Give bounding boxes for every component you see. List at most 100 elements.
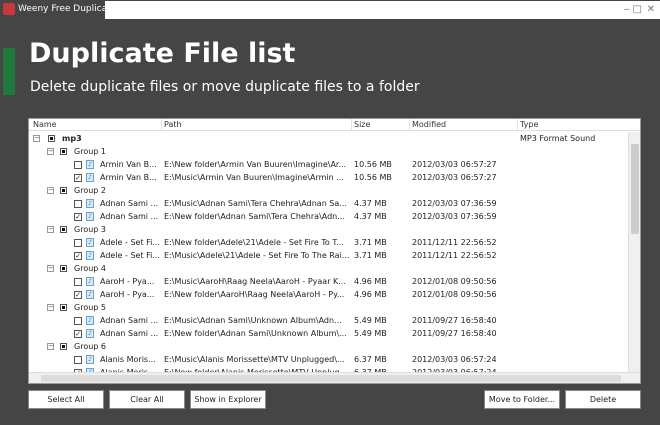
music-file-icon: ♪ <box>86 290 94 299</box>
music-file-icon: ♪ <box>86 199 94 208</box>
file-checkbox[interactable]: ✓ <box>74 291 82 299</box>
root-type: MP3 Format Sound <box>520 134 596 143</box>
file-modified: 2012/03/03 06:57:27 <box>412 173 497 182</box>
file-size: 5.49 MB <box>354 316 387 325</box>
file-modified: 2012/01/08 09:50:56 <box>412 290 497 299</box>
scroll-thumb[interactable] <box>41 375 621 382</box>
file-checkbox[interactable]: ✓ <box>74 252 82 260</box>
group-row[interactable]: − Group 3 <box>29 223 627 236</box>
maximize-button[interactable]: □ <box>633 4 642 15</box>
file-size: 4.37 MB <box>354 199 387 208</box>
file-name: Adnan Sami ... <box>100 199 159 208</box>
group-row[interactable]: − Group 2 <box>29 184 627 197</box>
file-row[interactable]: ♪ Adnan Sami ... E:\Music\Adnan Sami\Unk… <box>29 314 627 327</box>
group-row[interactable]: − Group 5 <box>29 301 627 314</box>
file-modified: 2011/12/11 22:56:52 <box>412 238 497 247</box>
file-size: 3.71 MB <box>354 238 387 247</box>
file-checkbox[interactable] <box>74 239 82 247</box>
collapse-icon[interactable]: − <box>47 187 54 194</box>
file-path: E:\New folder\Adnan Sami\Unknown Album\.… <box>164 329 347 338</box>
file-row[interactable]: ✓ ♪ Armin Van B... E:\Music\Armin Van Bu… <box>29 171 627 184</box>
file-path: E:\Music\AaroH\Raag Neela\AaroH - Pyaar … <box>164 277 346 286</box>
column-size[interactable]: Size <box>354 120 370 129</box>
collapse-icon[interactable]: − <box>33 135 40 142</box>
close-button[interactable]: ✕ <box>647 4 655 15</box>
file-checkbox[interactable] <box>74 200 82 208</box>
collapse-icon[interactable]: − <box>47 304 54 311</box>
title-bar-area: ‒ □ ✕ <box>105 1 660 19</box>
tristate-checkbox[interactable] <box>60 343 67 350</box>
file-row[interactable]: ♪ AaroH - Pya... E:\Music\AaroH\Raag Nee… <box>29 275 627 288</box>
column-type[interactable]: Type <box>520 120 538 129</box>
file-name: Armin Van B... <box>100 160 157 169</box>
file-path: E:\New folder\Armin Van Buuren\Imagine\A… <box>164 160 347 169</box>
tristate-checkbox[interactable] <box>60 226 67 233</box>
music-file-icon: ♪ <box>86 316 94 325</box>
column-header: Name Path Size Modified Type <box>29 119 640 131</box>
app-icon <box>3 3 15 15</box>
duplicate-file-tree[interactable]: Name Path Size Modified Type − mp3 MP3 F… <box>28 118 641 384</box>
file-name: Adnan Sami ... <box>100 329 159 338</box>
file-checkbox[interactable] <box>74 278 82 286</box>
group-label: Group 6 <box>74 342 106 351</box>
file-name: Adnan Sami ... <box>100 212 159 221</box>
move-to-folder-button[interactable]: Move to Folder... <box>484 390 560 409</box>
tristate-checkbox[interactable] <box>60 304 67 311</box>
group-row[interactable]: − Group 1 <box>29 145 627 158</box>
accent-bar <box>3 48 15 95</box>
horizontal-scrollbar[interactable] <box>29 372 640 383</box>
file-row[interactable]: ✓ ♪ Adnan Sami ... E:\New folder\Adnan S… <box>29 210 627 223</box>
file-row[interactable]: ♪ Adnan Sami ... E:\Music\Adnan Sami\Ter… <box>29 197 627 210</box>
column-modified[interactable]: Modified <box>412 120 446 129</box>
file-row[interactable]: ✓ ♪ Adnan Sami ... E:\New folder\Adnan S… <box>29 327 627 340</box>
file-path: E:\Music\Alanis Morissette\MTV Unplugged… <box>164 355 345 364</box>
tree-root-mp3[interactable]: − mp3 MP3 Format Sound <box>29 132 627 145</box>
file-row[interactable]: ✓ ♪ Adele - Set Fi... E:\Music\Adele\21\… <box>29 249 627 262</box>
file-name: Adele - Set Fi... <box>100 251 160 260</box>
file-size: 10.56 MB <box>354 173 392 182</box>
music-file-icon: ♪ <box>86 173 94 182</box>
file-row[interactable]: ♪ Alanis Moris... E:\Music\Alanis Moriss… <box>29 353 627 366</box>
tristate-checkbox[interactable] <box>60 187 67 194</box>
scroll-thumb[interactable] <box>631 144 639 234</box>
file-modified: 2011/09/27 16:58:40 <box>412 329 497 338</box>
file-modified: 2012/03/03 07:36:59 <box>412 199 497 208</box>
group-row[interactable]: − Group 6 <box>29 340 627 353</box>
tree-rows: − mp3 MP3 Format Sound − Group 1 ♪ Armin… <box>29 132 627 374</box>
column-name[interactable]: Name <box>33 120 57 129</box>
tristate-checkbox[interactable] <box>60 148 67 155</box>
music-file-icon: ♪ <box>86 329 94 338</box>
file-row[interactable]: ✓ ♪ AaroH - Pya... E:\New folder\AaroH\R… <box>29 288 627 301</box>
file-checkbox[interactable]: ✓ <box>74 213 82 221</box>
file-checkbox[interactable]: ✓ <box>74 330 82 338</box>
file-row[interactable]: ♪ Adele - Set Fi... E:\New folder\Adele\… <box>29 236 627 249</box>
tristate-checkbox[interactable] <box>48 135 55 142</box>
file-modified: 2012/01/08 09:50:56 <box>412 277 497 286</box>
select-all-button[interactable]: Select All <box>28 390 104 409</box>
file-size: 4.96 MB <box>354 290 387 299</box>
file-size: 10.56 MB <box>354 160 392 169</box>
file-row[interactable]: ♪ Armin Van B... E:\New folder\Armin Van… <box>29 158 627 171</box>
file-name: Armin Van B... <box>100 173 157 182</box>
file-path: E:\New folder\AaroH\Raag Neela\AaroH - P… <box>164 290 345 299</box>
collapse-icon[interactable]: − <box>47 148 54 155</box>
clear-all-button[interactable]: Clear All <box>109 390 185 409</box>
file-checkbox[interactable]: ✓ <box>74 174 82 182</box>
vertical-scrollbar[interactable] <box>628 132 640 374</box>
file-path: E:\Music\Adnan Sami\Unknown Album\Adn... <box>164 316 342 325</box>
show-in-explorer-button[interactable]: Show in Explorer <box>190 390 266 409</box>
file-checkbox[interactable] <box>74 317 82 325</box>
collapse-icon[interactable]: − <box>47 343 54 350</box>
delete-button[interactable]: Delete <box>565 390 641 409</box>
page-title: Duplicate File list <box>29 38 296 69</box>
collapse-icon[interactable]: − <box>47 265 54 272</box>
file-checkbox[interactable] <box>74 356 82 364</box>
tristate-checkbox[interactable] <box>60 265 67 272</box>
file-size: 4.37 MB <box>354 212 387 221</box>
column-path[interactable]: Path <box>164 120 182 129</box>
file-checkbox[interactable] <box>74 161 82 169</box>
minimize-button[interactable]: ‒ <box>624 4 630 15</box>
group-row[interactable]: − Group 4 <box>29 262 627 275</box>
file-path: E:\New folder\Adele\21\Adele - Set Fire … <box>164 238 344 247</box>
collapse-icon[interactable]: − <box>47 226 54 233</box>
